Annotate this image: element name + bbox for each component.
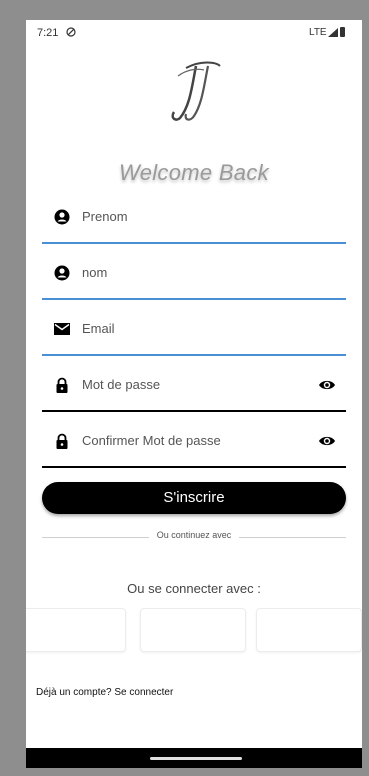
confirm-password-placeholder: Confirmer Mot de passe — [82, 433, 221, 448]
person-icon — [54, 265, 70, 281]
social-login-button[interactable] — [256, 608, 362, 652]
social-login-button[interactable] — [26, 608, 126, 652]
social-login-title: Ou se connecter avec : — [127, 581, 261, 596]
last-name-field[interactable]: nom — [42, 248, 346, 300]
signup-button[interactable]: S'inscrire — [42, 482, 346, 514]
status-bar: 7:21 LTE — [26, 20, 362, 48]
last-name-placeholder: nom — [82, 265, 108, 280]
do-not-disturb-icon — [66, 27, 76, 37]
divider: Ou continuez avec — [42, 530, 346, 544]
status-time: 7:21 — [37, 27, 59, 39]
first-name-field[interactable]: Prenom — [42, 192, 346, 244]
jj-monogram-logo — [171, 61, 221, 121]
eye-icon[interactable] — [318, 378, 336, 392]
battery-icon — [340, 27, 345, 37]
password-placeholder: Mot de passe — [82, 377, 161, 392]
lock-icon — [56, 377, 68, 393]
signal-icon — [328, 28, 338, 37]
lock-icon — [56, 433, 68, 449]
welcome-title: Welcome Back — [119, 160, 269, 185]
email-field[interactable]: Email — [42, 304, 346, 356]
confirm-password-field[interactable]: Confirmer Mot de passe — [42, 416, 346, 468]
login-link[interactable]: Déjà un compte? Se connecter — [36, 687, 173, 698]
divider-text: Ou continuez avec — [148, 530, 240, 540]
person-icon — [54, 209, 70, 225]
network-type: LTE — [309, 27, 327, 38]
password-field[interactable]: Mot de passe — [42, 360, 346, 412]
eye-icon[interactable] — [318, 434, 336, 448]
device-frame: 7:21 LTE Welcome Back Prenom nom Email M… — [0, 0, 369, 776]
home-indicator[interactable] — [150, 757, 242, 760]
app-screen: 7:21 LTE Welcome Back Prenom nom Email M… — [26, 20, 362, 768]
first-name-placeholder: Prenom — [82, 209, 128, 224]
email-placeholder: Email — [82, 321, 115, 336]
mail-icon — [54, 323, 70, 335]
social-login-button[interactable] — [140, 608, 246, 652]
